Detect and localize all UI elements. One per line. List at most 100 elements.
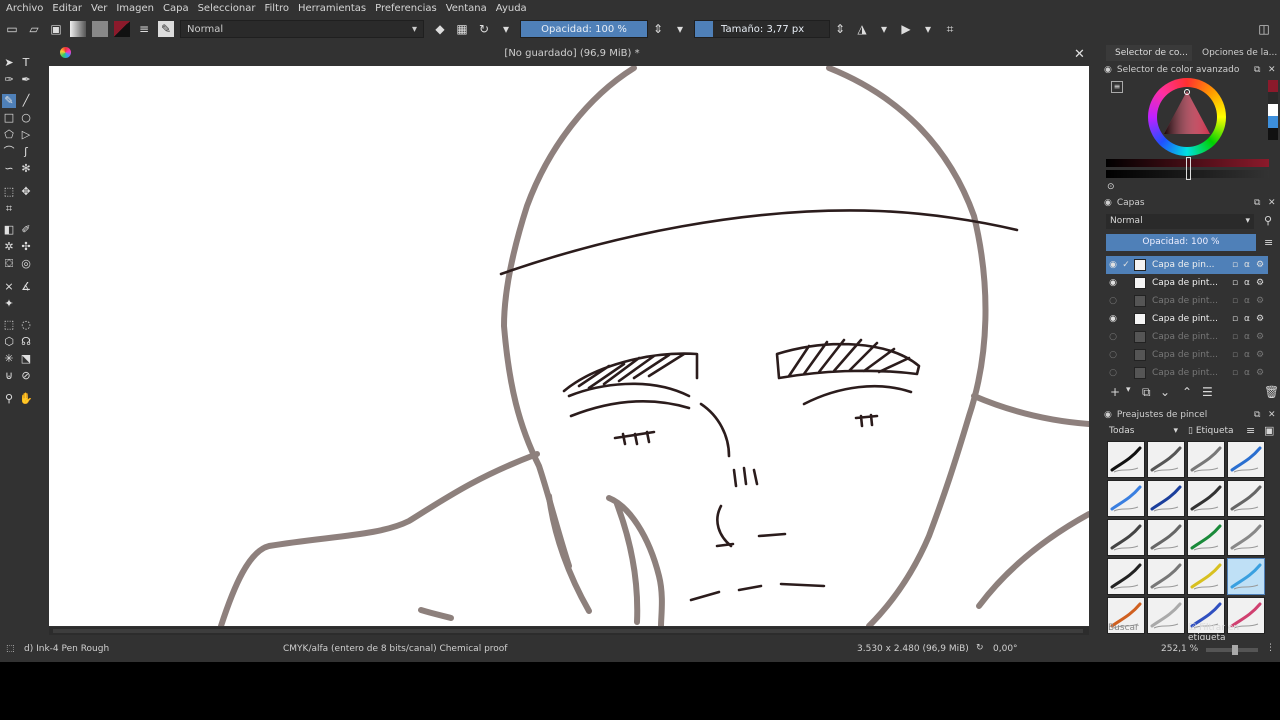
- menu-seleccionar[interactable]: Seleccionar: [198, 3, 256, 14]
- contiguous-select-icon[interactable]: ✳: [2, 352, 16, 366]
- reload-icon[interactable]: ↻: [476, 21, 492, 37]
- layer-row[interactable]: ◉ Capa de pint... ▫ α ⚙: [1106, 274, 1268, 292]
- menu-editar[interactable]: Editar: [52, 3, 82, 14]
- polygon-tool-icon[interactable]: ⬠: [2, 128, 16, 142]
- zoom-slider[interactable]: [1206, 645, 1258, 655]
- ellipse-select-icon[interactable]: ◌: [19, 318, 33, 332]
- similar-select-icon[interactable]: ⬔: [19, 352, 33, 366]
- inherit-alpha-icon[interactable]: ⚙: [1256, 314, 1268, 324]
- color-wheel[interactable]: [1148, 78, 1226, 156]
- alpha-icon[interactable]: α: [1244, 332, 1256, 342]
- polygon-select-icon[interactable]: ⬡: [2, 335, 16, 349]
- enclose-fill-icon[interactable]: ◎: [19, 257, 33, 271]
- layer-blend-select[interactable]: Normal ▾: [1106, 214, 1254, 229]
- brush-preset-thumbnail[interactable]: [1187, 519, 1225, 556]
- calligraphy-icon[interactable]: ✒: [19, 73, 33, 87]
- inherit-alpha-icon[interactable]: ⚙: [1256, 278, 1268, 288]
- layer-row[interactable]: ○ Capa de pint... ▫ α ⚙: [1106, 346, 1268, 364]
- gradient-tool-icon[interactable]: ◧: [2, 223, 16, 237]
- bucket-fill-icon[interactable]: ⛋: [2, 257, 16, 271]
- dock-tab-tool-options[interactable]: Opciones de la...: [1194, 45, 1280, 61]
- wrap-around-icon[interactable]: ⌗: [942, 21, 958, 37]
- brush-preset-thumbnail[interactable]: [1107, 480, 1145, 517]
- chevron-down-icon[interactable]: ▾: [920, 21, 936, 37]
- eye-hidden-icon[interactable]: ○: [1106, 332, 1120, 342]
- layer-row[interactable]: ○ Capa de pint... ▫ α ⚙: [1106, 328, 1268, 346]
- bezier-select-icon[interactable]: ⊍: [2, 369, 16, 383]
- float-panel-icon[interactable]: ⧉: [1254, 65, 1260, 75]
- brush-preset-thumbnail[interactable]: [1147, 519, 1185, 556]
- brush-preset-thumbnail[interactable]: [1147, 558, 1185, 595]
- alpha-icon[interactable]: α: [1244, 296, 1256, 306]
- multibrush-icon[interactable]: ✻: [19, 162, 33, 176]
- close-panel-icon[interactable]: ✕: [1268, 65, 1276, 75]
- filter-layers-icon[interactable]: ⚲: [1264, 214, 1272, 227]
- blend-mode-select[interactable]: Normal ▾: [180, 20, 424, 38]
- brush-filter-select[interactable]: Todas ▾: [1106, 424, 1180, 438]
- chevron-down-icon[interactable]: ▾: [672, 21, 688, 37]
- eye-icon[interactable]: ◉: [1106, 278, 1120, 288]
- brush-preset-thumbnail[interactable]: [1107, 441, 1145, 478]
- color-settings-icon[interactable]: ≡: [1111, 81, 1123, 93]
- brush-preset-icon[interactable]: ✎: [158, 21, 174, 37]
- inherit-alpha-icon[interactable]: ⚙: [1256, 368, 1268, 378]
- color-picker-icon[interactable]: ✐: [19, 223, 33, 237]
- alpha-icon[interactable]: α: [1244, 314, 1256, 324]
- fill-tool-icon[interactable]: ✣: [19, 240, 33, 254]
- list-view-icon[interactable]: ≡: [1246, 424, 1255, 437]
- brush-preset-thumbnail[interactable]: [1147, 480, 1185, 517]
- layer-lock-icon[interactable]: ▫: [1232, 260, 1244, 270]
- brush-preset-thumbnail[interactable]: [1187, 441, 1225, 478]
- layer-row[interactable]: ○ Capa de pint... ▫ α ⚙: [1106, 364, 1268, 382]
- add-layer-icon[interactable]: +: [1110, 385, 1120, 399]
- brush-preset-thumbnail[interactable]: [1227, 519, 1265, 556]
- slider-cursor[interactable]: [1186, 157, 1191, 180]
- move-layer-up-icon[interactable]: ⌃: [1182, 385, 1192, 399]
- layer-lock-icon[interactable]: ▫: [1232, 314, 1244, 324]
- inherit-alpha-icon[interactable]: ⚙: [1256, 296, 1268, 306]
- color-reset-icon[interactable]: ⊙: [1107, 182, 1115, 192]
- layer-lock-icon[interactable]: ▫: [1232, 368, 1244, 378]
- select-arrow-icon[interactable]: ➤: [2, 56, 16, 70]
- pattern-icon[interactable]: [92, 21, 108, 37]
- layer-name[interactable]: Capa de pint...: [1152, 332, 1232, 342]
- reference-tool-icon[interactable]: ✦: [2, 297, 16, 311]
- rotation-icon[interactable]: ↻: [976, 643, 984, 653]
- eye-icon[interactable]: ◉: [1106, 314, 1120, 324]
- layer-lock-icon[interactable]: ▫: [1232, 350, 1244, 360]
- move-layer-down-icon[interactable]: ⌄: [1160, 385, 1170, 399]
- menu-archivo[interactable]: Archivo: [6, 3, 43, 14]
- polyline-tool-icon[interactable]: ▷: [19, 128, 33, 142]
- color-mode[interactable]: CMYK/alfa (entero de 8 bits/canal) Chemi…: [283, 644, 507, 654]
- crop-tool-icon[interactable]: ⌗: [2, 202, 16, 216]
- brush-preset-thumbnail[interactable]: [1227, 480, 1265, 517]
- close-document-icon[interactable]: ✕: [1074, 47, 1085, 62]
- zoom-slider-handle[interactable]: [1232, 645, 1238, 655]
- color-triangle[interactable]: [1148, 78, 1226, 156]
- brush-storage-icon[interactable]: ▣: [1264, 424, 1274, 437]
- smart-patch-icon[interactable]: ✲: [2, 240, 16, 254]
- eye-icon[interactable]: ◉: [1106, 260, 1120, 270]
- bezier-tool-icon[interactable]: ⌒: [2, 145, 16, 159]
- duplicate-layer-icon[interactable]: ⧉: [1142, 385, 1151, 400]
- save-icon[interactable]: ▣: [48, 21, 64, 37]
- gradient-icon[interactable]: [70, 21, 86, 37]
- size-slider[interactable]: Tamaño: 3,77 px: [694, 20, 830, 38]
- menu-filtro[interactable]: Filtro: [264, 3, 289, 14]
- edit-shape-icon[interactable]: ✑: [2, 73, 16, 87]
- layer-row[interactable]: ◉ ✓ Capa de pin... ▫ α ⚙: [1106, 256, 1268, 274]
- mirror-vertical-icon[interactable]: ▶: [898, 21, 914, 37]
- layer-lock-icon[interactable]: ▫: [1232, 296, 1244, 306]
- float-panel-icon[interactable]: ⧉: [1254, 410, 1260, 420]
- menu-herramientas[interactable]: Herramientas: [298, 3, 366, 14]
- color-swatch-icon[interactable]: [114, 21, 130, 37]
- dynamic-brush-icon[interactable]: ∽: [2, 162, 16, 176]
- layer-name[interactable]: Capa de pint...: [1152, 296, 1232, 306]
- spin-arrows-icon[interactable]: ⇕: [832, 21, 848, 37]
- spin-arrows-icon[interactable]: ⇕: [650, 21, 666, 37]
- eye-hidden-icon[interactable]: ○: [1106, 368, 1120, 378]
- float-panel-icon[interactable]: ⧉: [1254, 198, 1260, 208]
- alpha-icon[interactable]: α: [1244, 260, 1256, 270]
- measure-tool-icon[interactable]: ∡: [19, 280, 33, 294]
- check-icon[interactable]: ✓: [1120, 260, 1132, 270]
